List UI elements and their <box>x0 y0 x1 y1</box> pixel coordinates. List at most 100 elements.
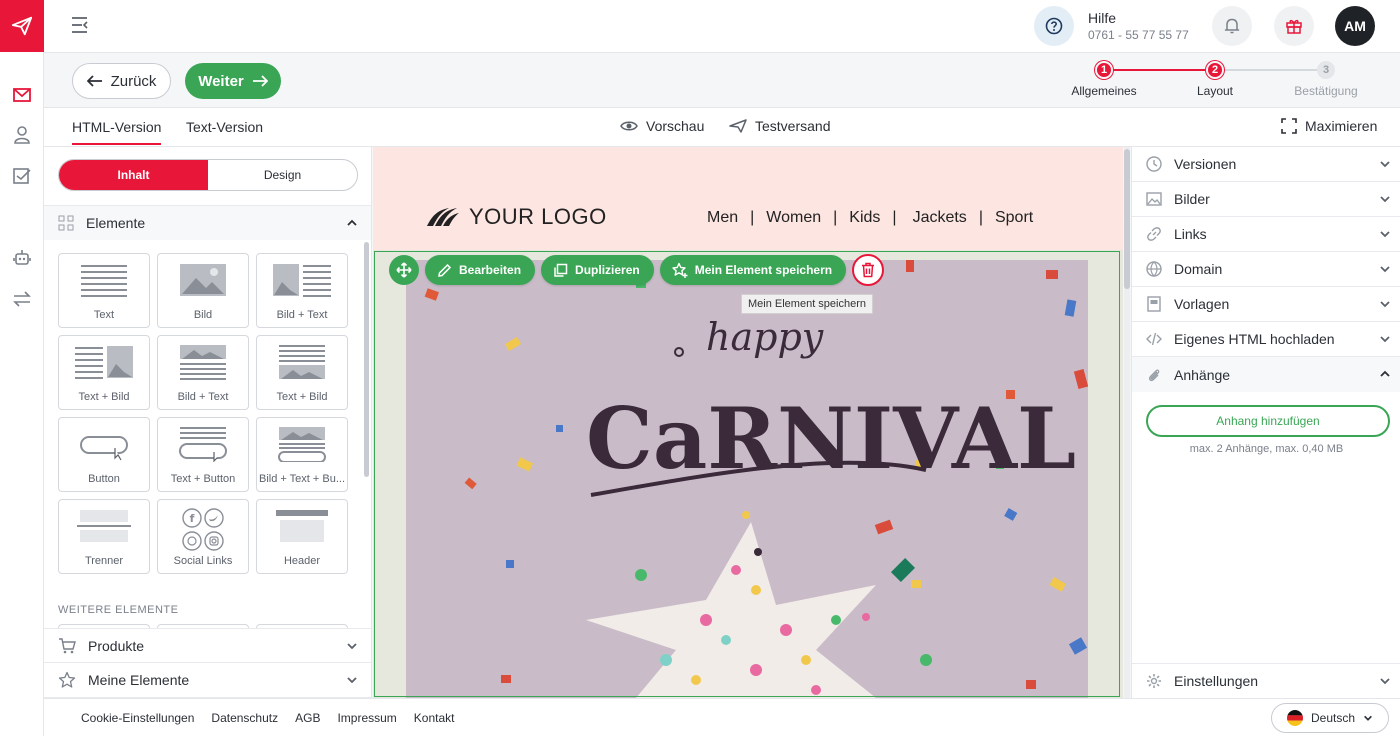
accordion-links[interactable]: Links <box>1132 217 1400 252</box>
tab-text-version[interactable]: Text-Version <box>186 119 263 135</box>
next-button[interactable]: Weiter <box>185 63 281 99</box>
help-button[interactable] <box>1034 6 1074 46</box>
image-text-icon <box>273 264 331 297</box>
user-icon[interactable] <box>11 124 33 146</box>
step-3-dot[interactable]: 3 <box>1317 61 1335 79</box>
preview-button[interactable]: Vorschau <box>620 118 704 134</box>
footer-link-contact[interactable]: Kontakt <box>414 711 455 725</box>
accordion-settings[interactable]: Einstellungen <box>1132 663 1400 698</box>
tile-text-button[interactable]: Text + Button <box>157 417 249 492</box>
language-select[interactable]: Deutsch <box>1271 703 1389 733</box>
save-my-element-button[interactable]: Mein Element speichern <box>659 255 847 285</box>
tab-inhalt[interactable]: Inhalt <box>59 160 208 190</box>
german-flag-icon <box>1286 710 1303 726</box>
clock-icon <box>1146 156 1162 172</box>
nav-item[interactable]: Jackets <box>913 209 967 227</box>
selected-block-outline <box>374 251 1120 697</box>
tab-design[interactable]: Design <box>208 160 357 190</box>
tile-text-image[interactable]: Text + Bild <box>58 335 150 410</box>
back-button[interactable]: Zurück <box>72 63 171 99</box>
elements-scrollbar[interactable] <box>364 242 369 477</box>
accordion-upload-html[interactable]: Eigenes HTML hochladen <box>1132 322 1400 357</box>
chevron-down-icon <box>1380 301 1390 308</box>
chevron-down-icon <box>1364 715 1372 721</box>
paperclip-icon <box>1148 369 1160 381</box>
menu-toggle-icon[interactable] <box>70 16 90 37</box>
tile-divider[interactable]: Trenner <box>58 499 150 574</box>
app-logo[interactable] <box>0 0 44 52</box>
tile-image[interactable]: Bild <box>157 253 249 328</box>
swap-arrows-icon[interactable] <box>11 288 33 310</box>
accordion-label: Anhänge <box>1174 366 1231 383</box>
move-handle[interactable] <box>389 255 419 285</box>
checklist-icon[interactable] <box>11 165 33 187</box>
paper-plane-icon <box>729 119 747 133</box>
arrow-right-icon <box>252 75 268 87</box>
testsend-button[interactable]: Testversand <box>729 118 830 134</box>
tile-button[interactable]: Button <box>58 417 150 492</box>
link-icon <box>1147 227 1161 241</box>
nav-item[interactable]: Sport <box>995 209 1033 227</box>
expand-icon <box>1281 118 1297 134</box>
products-section-header[interactable]: Produkte <box>44 628 371 663</box>
footer-link-cookies[interactable]: Cookie-Einstellungen <box>81 711 194 725</box>
accordion-versions[interactable]: Versionen <box>1132 147 1400 182</box>
email-header-block[interactable]: YOUR LOGO Men | Women | Kids | Jackets | Spo… <box>373 147 1123 250</box>
template-icon <box>1147 296 1161 312</box>
tile-image-text-stacked[interactable]: Bild + Text <box>157 335 249 410</box>
tile-text-image-stacked[interactable]: Text + Bild <box>256 335 348 410</box>
step-1-dot[interactable]: 1 <box>1095 61 1113 79</box>
tile-image-text[interactable]: Bild + Text <box>256 253 348 328</box>
next-label: Weiter <box>198 72 244 90</box>
notifications-button[interactable] <box>1212 6 1252 46</box>
edit-label: Bearbeiten <box>459 263 522 277</box>
edit-block-button[interactable]: Bearbeiten <box>425 255 536 285</box>
chevron-down-icon <box>1380 678 1390 685</box>
accordion-templates[interactable]: Vorlagen <box>1132 287 1400 322</box>
tile-image-text-button[interactable]: Bild + Text + Bu... <box>256 417 348 492</box>
accordion-label: Einstellungen <box>1174 673 1259 689</box>
email-logo: YOUR LOGO <box>425 204 607 230</box>
accordion-images[interactable]: Bilder <box>1132 182 1400 217</box>
robot-icon[interactable] <box>11 247 33 269</box>
my-elements-section-header[interactable]: Meine Elemente <box>44 663 371 698</box>
elements-section-header[interactable]: Elemente <box>44 205 371 240</box>
text-block-icon <box>81 265 127 297</box>
nav-item[interactable]: Women <box>766 209 821 227</box>
nav-separator: | <box>833 209 838 226</box>
footer-link-privacy[interactable]: Datenschutz <box>211 711 278 725</box>
canvas-scrollbar[interactable] <box>1124 147 1130 698</box>
image-over-text-icon <box>180 345 226 380</box>
chevron-down-icon <box>1380 336 1390 343</box>
tile-label: Bild + Text + Bu... <box>258 473 345 485</box>
email-canvas: YOUR LOGO Men | Women | Kids | Jackets | Spo… <box>373 147 1123 698</box>
image-icon <box>1146 192 1162 206</box>
nav-item[interactable]: Men <box>707 209 738 227</box>
delete-block-button[interactable] <box>852 254 885 286</box>
logo-text: YOUR LOGO <box>469 204 607 229</box>
gift-button[interactable] <box>1274 6 1314 46</box>
accordion-domain[interactable]: Domain <box>1132 252 1400 287</box>
avatar[interactable]: AM <box>1335 6 1375 46</box>
tile-text[interactable]: Text <box>58 253 150 328</box>
tile-social-links[interactable]: f Social Links <box>157 499 249 574</box>
mail-icon[interactable] <box>11 84 33 106</box>
maximize-button[interactable]: Maximieren <box>1281 118 1377 134</box>
gear-icon <box>1147 674 1161 688</box>
tile-header[interactable]: Header <box>256 499 348 574</box>
tile-label: Text + Bild <box>276 391 328 403</box>
preview-label: Vorschau <box>646 118 705 134</box>
duplicate-block-button[interactable]: Duplizieren <box>541 255 654 285</box>
scrollbar-thumb[interactable] <box>1124 149 1130 289</box>
footer-link-imprint[interactable]: Impressum <box>337 711 396 725</box>
testsend-label: Testversand <box>755 118 831 134</box>
nav-item[interactable]: Kids <box>849 209 880 227</box>
text-button-icon <box>179 427 227 462</box>
email-nav: Men | Women | Kids | Jackets | Sport <box>707 209 1033 227</box>
step-2-dot[interactable]: 2 <box>1206 61 1224 79</box>
footer-link-terms[interactable]: AGB <box>295 711 320 725</box>
accordion-attachments[interactable]: Anhänge <box>1132 357 1400 392</box>
tab-html-version[interactable]: HTML-Version <box>72 119 162 145</box>
add-attachment-button[interactable]: Anhang hinzufügen <box>1146 405 1390 437</box>
help-phone: 0761 - 55 77 55 77 <box>1088 28 1189 42</box>
